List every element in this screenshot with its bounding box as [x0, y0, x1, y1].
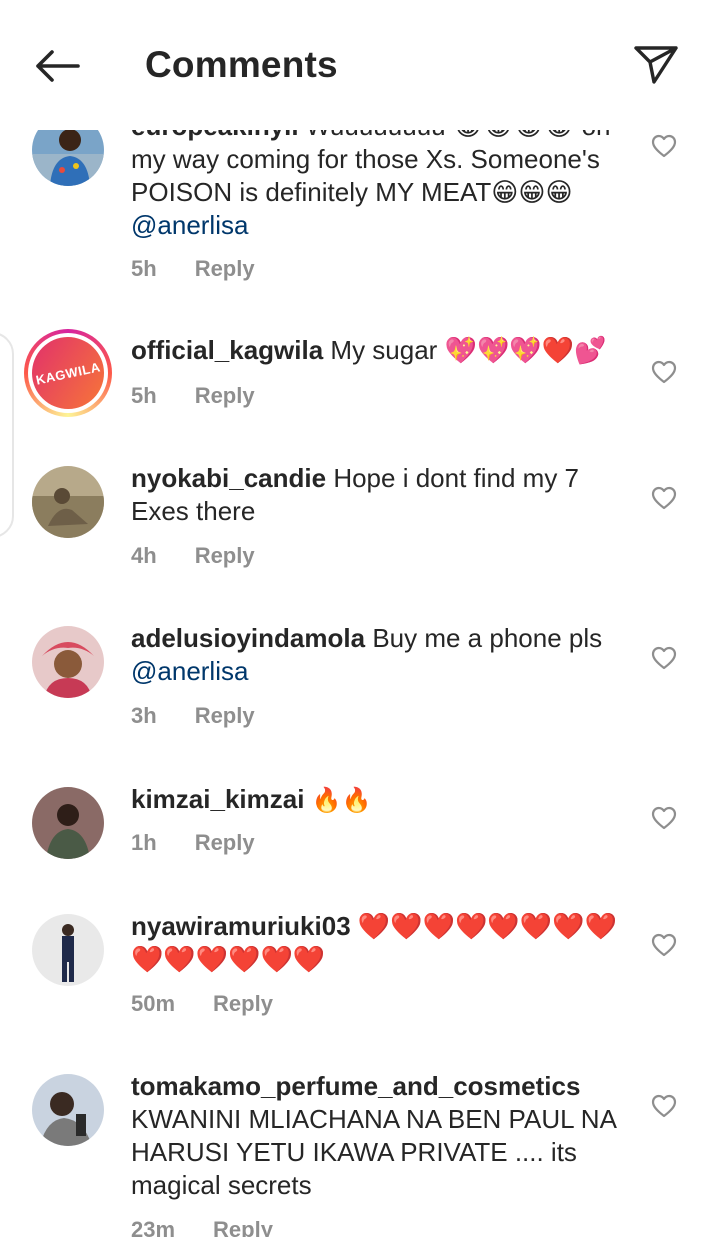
mention-link[interactable]: @anerlisa — [131, 210, 248, 240]
reply-button[interactable]: Reply — [195, 256, 255, 282]
comment-username[interactable]: adelusioyindamola — [131, 623, 365, 653]
comment-username[interactable]: tomakamo_perfume_and_cosmetics — [131, 1071, 580, 1101]
comment-text: kimzai_kimzai 🔥🔥 — [131, 783, 631, 816]
heart-icon[interactable] — [650, 644, 678, 672]
comment-time: 4h — [131, 543, 157, 568]
arrow-left-icon — [36, 50, 80, 82]
comment-meta: 3h Reply — [131, 703, 255, 729]
comment-time: 3h — [131, 703, 157, 728]
share-button[interactable] — [626, 36, 686, 92]
comment-meta: 4h Reply — [131, 543, 255, 569]
back-button[interactable] — [26, 38, 86, 94]
avatar: KAGWILA — [25, 330, 111, 416]
avatar[interactable] — [32, 914, 104, 986]
comments-list: europeakinyii Wuuuuuuuu 😂😂😂😂 on my way c… — [0, 100, 720, 1237]
comment-message: KWANINI MLIACHANA NA BEN PAUL NA HARUSI … — [131, 1104, 616, 1200]
comment-meta: 50m Reply — [131, 991, 273, 1017]
comment-meta: 23m Reply — [131, 1217, 273, 1237]
reply-button[interactable]: Reply — [195, 383, 255, 409]
comment-time: 1h — [131, 830, 157, 855]
avatar[interactable] — [32, 1074, 104, 1146]
paper-plane-icon — [634, 46, 678, 84]
comment-username[interactable]: nyokabi_candie — [131, 463, 326, 493]
comment-time: 5h — [131, 256, 157, 281]
comment-meta: 5h Reply — [131, 383, 255, 409]
comment-message: Buy me a phone pls — [372, 623, 603, 653]
comment-time: 50m — [131, 991, 176, 1016]
heart-icon[interactable] — [650, 1092, 678, 1120]
avatar[interactable] — [32, 626, 104, 698]
reply-button[interactable]: Reply — [195, 543, 255, 569]
top-bar: Comments — [0, 0, 720, 130]
reply-button[interactable]: Reply — [213, 1217, 273, 1237]
heart-icon[interactable] — [650, 484, 678, 512]
heart-icon[interactable] — [650, 358, 678, 386]
comment-time: 23m — [131, 1217, 176, 1237]
comment-username[interactable]: kimzai_kimzai — [131, 784, 304, 814]
comment-username[interactable]: nyawiramuriuki03 — [131, 911, 351, 941]
heart-icon[interactable] — [650, 931, 678, 959]
comment-text: nyokabi_candie Hope i dont find my 7 Exe… — [131, 462, 631, 528]
reply-button[interactable]: Reply — [213, 991, 273, 1017]
comment-meta: 5h Reply — [131, 256, 255, 282]
reply-button[interactable]: Reply — [195, 703, 255, 729]
comment-time: 5h — [131, 383, 157, 408]
page-title: Comments — [145, 44, 338, 85]
comment-text: tomakamo_perfume_and_cosmetics KWANINI M… — [131, 1070, 631, 1202]
heart-icon[interactable] — [650, 132, 678, 160]
avatar-story-ring[interactable]: KAGWILA — [24, 329, 112, 417]
mention-link[interactable]: @anerlisa — [131, 656, 248, 686]
comment-username[interactable]: official_kagwila — [131, 335, 323, 365]
avatar[interactable] — [32, 466, 104, 538]
heart-icon[interactable] — [650, 804, 678, 832]
comment-meta: 1h Reply — [131, 830, 255, 856]
comment-message: 🔥🔥 — [311, 787, 372, 814]
reply-button[interactable]: Reply — [195, 830, 255, 856]
comment-text: adelusioyindamola Buy me a phone pls @an… — [131, 622, 631, 688]
comment-text: nyawiramuriuki03 ❤️❤️❤️❤️❤️❤️❤️❤️❤️❤️❤️❤… — [131, 910, 631, 976]
comment-text: official_kagwila My sugar 💖💖💖❤️💕 — [131, 334, 631, 367]
comment-message: My sugar 💖💖💖❤️💕 — [330, 335, 607, 365]
avatar[interactable] — [32, 787, 104, 859]
